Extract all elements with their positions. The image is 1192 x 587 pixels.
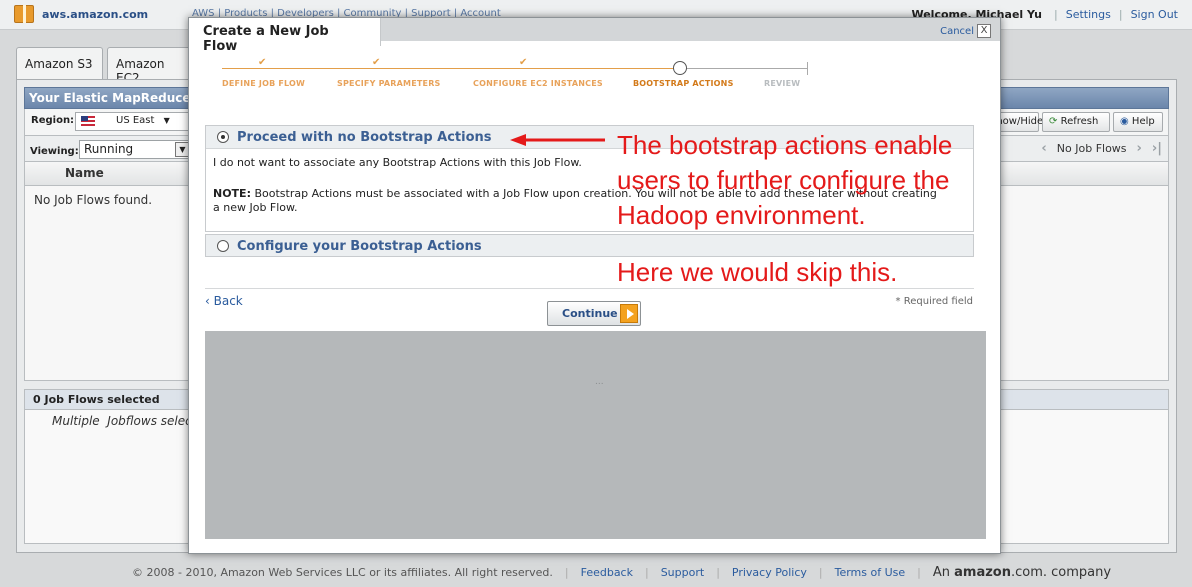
step-define-job-flow: DEFINE JOB FLOW <box>222 79 306 88</box>
check-icon: ✔ <box>258 57 267 68</box>
terms-of-use-link[interactable]: Terms of Use <box>835 566 906 579</box>
brand[interactable]: aws.amazon.com <box>14 5 148 23</box>
amazon-company-logo: An amazon.com. company <box>933 565 1111 580</box>
resize-grip-icon[interactable]: ... <box>595 377 604 387</box>
account-links: | Settings | Sign Out <box>1054 8 1178 21</box>
refresh-label: Refresh <box>1060 116 1099 127</box>
footer: © 2008 - 2010, Amazon Web Services LLC o… <box>0 560 1192 587</box>
radio-no-bootstrap[interactable] <box>217 131 229 143</box>
viewing-select[interactable]: Running ▼ <box>79 140 193 159</box>
note-label: NOTE: <box>213 187 251 200</box>
close-icon[interactable]: X <box>977 24 991 38</box>
next-page-icon[interactable]: › <box>1137 141 1142 156</box>
region-value: US East <box>116 115 155 126</box>
help-button[interactable]: ◉ Help <box>1113 112 1163 132</box>
last-page-icon[interactable]: ›| <box>1152 141 1162 156</box>
tab-amazon-s3[interactable]: Amazon S3 <box>16 47 103 79</box>
step-configure-ec2: CONFIGURE EC2 INSTANCES <box>473 79 603 88</box>
previous-page-icon[interactable]: ‹ <box>1041 141 1046 156</box>
check-icon: ✔ <box>372 57 381 68</box>
step-review: REVIEW <box>764 79 801 88</box>
privacy-policy-link[interactable]: Privacy Policy <box>732 566 807 579</box>
viewing-value: Running <box>84 142 134 156</box>
chevron-down-icon: ▼ <box>163 116 170 125</box>
option-configure-bootstrap[interactable]: Configure your Bootstrap Actions <box>205 234 974 257</box>
separator: | <box>818 566 823 579</box>
continue-label: Continue <box>562 307 618 320</box>
signout-link[interactable]: Sign Out <box>1131 8 1178 21</box>
annotation-text-2: Here we would skip this. <box>617 257 898 287</box>
current-step-circle-icon <box>673 61 687 75</box>
brand-name[interactable]: aws.amazon.com <box>42 8 148 21</box>
support-link[interactable]: Support <box>661 566 704 579</box>
empty-list-text: No Job Flows found. <box>34 193 153 207</box>
viewing-label: Viewing: <box>30 146 79 157</box>
dialog-title: Create a New Job Flow <box>189 18 381 54</box>
pager: ‹ No Job Flows › ›| <box>1041 141 1162 156</box>
refresh-icon: ⟳ <box>1049 116 1058 127</box>
option-no-bootstrap-title[interactable]: Proceed with no Bootstrap Actions <box>237 130 492 145</box>
progress-end-tick <box>807 62 808 75</box>
copyright: © 2008 - 2010, Amazon Web Services LLC o… <box>132 566 553 579</box>
company-prefix: An <box>932 565 950 580</box>
help-label: Help <box>1131 116 1155 127</box>
aws-box-icon <box>14 5 34 23</box>
back-link[interactable]: ‹ Back <box>205 294 243 308</box>
progress-line <box>222 68 681 69</box>
required-field-note: * Required field <box>895 296 973 307</box>
option-configure-bootstrap-title[interactable]: Configure your Bootstrap Actions <box>237 239 482 254</box>
separator: | <box>716 566 720 579</box>
us-flag-icon <box>81 116 95 126</box>
radio-configure-bootstrap[interactable] <box>217 240 229 252</box>
help-icon: ◉ <box>1120 116 1129 127</box>
separator: | <box>1118 8 1123 21</box>
arrow-right-icon <box>620 304 638 323</box>
step-specify-parameters: SPECIFY PARAMETERS <box>337 79 441 88</box>
annotation-arrow-icon <box>510 134 605 146</box>
feedback-link[interactable]: Feedback <box>581 566 633 579</box>
separator: | <box>644 566 649 579</box>
continue-button[interactable]: Continue <box>547 301 641 326</box>
dialog-content-area: ... <box>205 331 986 539</box>
wizard-steps: ✔ ✔ ✔ DEFINE JOB FLOW SPECIFY PARAMETERS… <box>222 57 822 98</box>
settings-link[interactable]: Settings <box>1066 8 1111 21</box>
cancel-link[interactable]: Cancel <box>940 26 974 37</box>
remaining-line <box>681 68 807 69</box>
option-no-bootstrap-text: I do not want to associate any Bootstrap… <box>213 156 582 169</box>
pager-text: No Job Flows <box>1056 142 1127 155</box>
separator: | <box>917 566 921 579</box>
region-label: Region: <box>31 115 75 126</box>
check-icon: ✔ <box>519 57 528 68</box>
company-brand: amazon <box>954 565 1011 580</box>
tab-amazon-ec2[interactable]: Amazon EC2 <box>107 47 197 85</box>
separator: | <box>1054 8 1058 21</box>
company-suffix: .com. company <box>1010 565 1112 580</box>
refresh-button[interactable]: ⟳ Refresh <box>1042 112 1110 132</box>
show-hide-button[interactable]: Show/Hide <box>990 112 1043 132</box>
separator: | <box>564 566 569 579</box>
step-bootstrap-actions: BOOTSTRAP ACTIONS <box>633 79 734 88</box>
annotation-text: The bootstrap actions enable users to fu… <box>617 130 953 230</box>
